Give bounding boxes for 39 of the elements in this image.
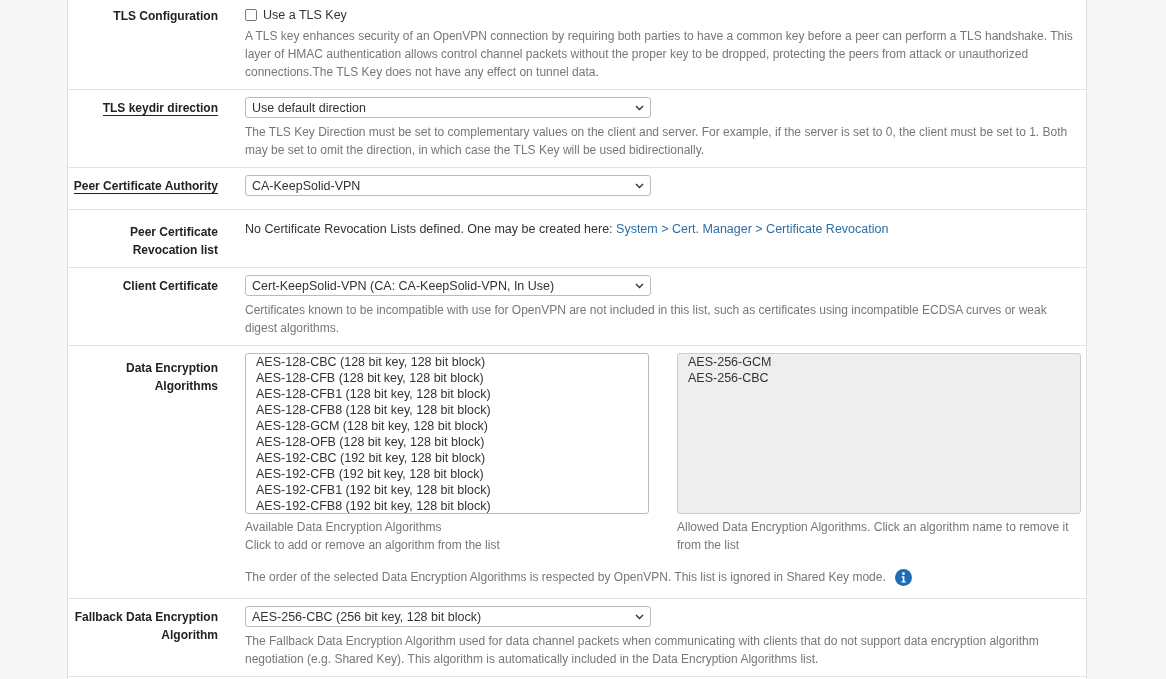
list-option[interactable]: AES-192-CFB1 (192 bit key, 128 bit block) [256,482,638,498]
chevron-down-icon [635,182,644,189]
help-text: The TLS Key Direction must be set to complementary values on the client and server. For example, if the server is set to 0, the client must be set to 1. Both may be set to omit the direction, in which case the TLS Key will be used bidirectionally. [245,124,1069,159]
dropdown-select[interactable]: CA-KeepSolid-VPN [245,175,651,196]
list-option[interactable]: AES-128-OFB (128 bit key, 128 bit block) [256,434,638,450]
checkbox[interactable] [245,9,257,21]
list-option[interactable]: AES-128-CFB8 (128 bit key, 128 bit block) [256,402,638,418]
checkbox-label: Use a TLS Key [263,7,347,23]
dropdown-select[interactable]: Use default direction [245,97,651,118]
chevron-down-icon [635,104,644,111]
field-label[interactable]: Peer Certificate Authority [73,179,218,194]
list-option[interactable]: AES-192-CBC (192 bit key, 128 bit block) [256,450,638,466]
chevron-down-icon [635,613,644,620]
help-text: Certificates known to be incompatible with use for OpenVPN are not included in this list, such as certificates using incompatible ECDSA curves or weak digest algorithms. [245,302,1048,337]
list-option[interactable]: AES-192-CFB (192 bit key, 128 bit block) [256,466,638,482]
list-option[interactable]: AES-128-CBC (128 bit key, 128 bit block) [256,354,638,370]
algorithm-listbox[interactable] [245,353,649,514]
help-text: Available Data Encryption Algorithms [245,519,443,536]
list-option[interactable]: AES-128-GCM (128 bit key, 128 bit block) [256,418,638,434]
list-option[interactable]: AES-128-CFB1 (128 bit key, 128 bit block) [256,386,638,402]
field-label: Data Encryption Algorithms [126,361,218,393]
help-text: Click to add or remove an algorithm from the list [245,537,501,554]
field-label: Peer Certificate Revocation list [129,225,218,257]
dropdown-select[interactable]: AES-256-CBC (256 bit key, 128 bit block) [245,606,651,627]
chevron-down-icon [635,282,644,289]
list-option[interactable]: AES-192-CFB8 (192 bit key, 128 bit block) [256,498,638,513]
list-option[interactable]: AES-128-CFB (128 bit key, 128 bit block) [256,370,638,386]
info-text: No Certificate Revocation Lists defined. One may be created here: System > Cert. Manager > Certificate Revocation [245,221,890,238]
info-icon[interactable] [894,568,912,586]
help-text: The Fallback Data Encryption Algorithm used for data channel packets when communicating with clients that do not support data encryption algorithm negotiation (e.g. Shared Key). This algorithm is automatically included in the Data Encryption Algorithms list. [245,633,1040,668]
help-text: Allowed Data Encryption Algorithms. Click an algorithm name to remove it from the list [677,519,1070,554]
field-label[interactable]: TLS keydir direction [102,101,218,116]
dropdown-select[interactable]: Cert-KeepSolid-VPN (CA: CA-KeepSolid-VPN, In Use) [245,275,651,296]
field-label: Client Certificate [122,279,218,293]
field-label: Fallback Data Encryption Algorithm [74,610,218,642]
field-label: TLS Configuration [113,9,218,23]
help-text: A TLS key enhances security of an OpenVPN connection by requiring both parties to have a common key before a peer can perform a TLS handshake. This layer of HMAC authentication allows control channel packets without the proper key to be dropped, protecting the peers from attack or unauthorized connections.The TLS Key does not have any effect on tunnel data. [245,28,1074,81]
help-text: The order of the selected Data Encryption Algorithms is respected by OpenVPN. This list is ignored in Shared Key mode. [245,569,886,586]
certificate-revocation-link[interactable]: System > Cert. Manager > Certificate Revocation [616,222,889,236]
